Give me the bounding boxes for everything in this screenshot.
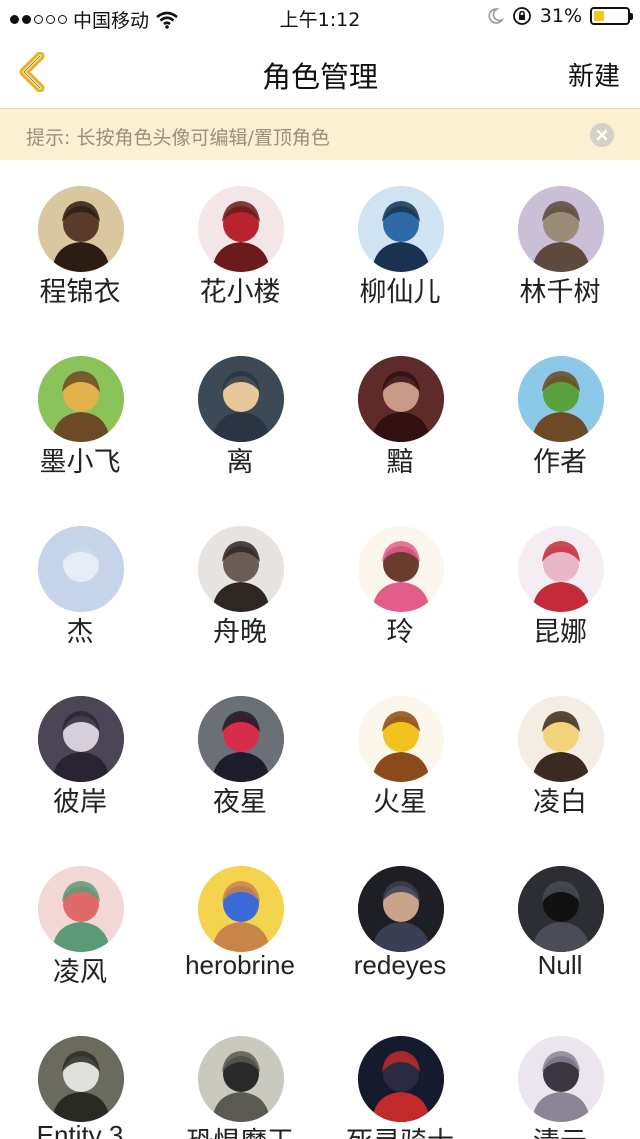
tip-text: 提示: 长按角色头像可编辑/置顶角色 (26, 127, 330, 149)
orientation-lock-icon (512, 7, 531, 25)
navigation-bar: 角色管理 新建 (0, 36, 640, 108)
moon-icon (488, 8, 504, 24)
character-item[interactable]: Entity 3 (0, 1010, 160, 1139)
character-name: Null (537, 950, 583, 980)
character-item[interactable]: 清云 (480, 1010, 640, 1139)
character-name: 离 (226, 447, 254, 478)
character-avatar[interactable] (518, 866, 604, 952)
character-avatar[interactable] (358, 526, 444, 612)
character-name: 花小楼 (199, 277, 281, 308)
character-item[interactable]: 舟晚 (160, 500, 320, 670)
character-name: redeyes (353, 950, 447, 980)
character-avatar[interactable] (38, 526, 124, 612)
character-item[interactable]: 离 (160, 330, 320, 500)
character-name: 凌风 (53, 957, 107, 988)
character-name: 清云 (480, 1120, 640, 1139)
character-avatar[interactable] (518, 186, 604, 272)
close-tip-button[interactable] (590, 123, 614, 147)
character-name: 凌白 (533, 787, 587, 818)
battery-percent: 31% (539, 5, 582, 27)
character-avatar[interactable] (358, 186, 444, 272)
character-avatar[interactable] (198, 866, 284, 952)
character-avatar[interactable] (358, 356, 444, 442)
character-avatar[interactable] (518, 526, 604, 612)
character-item[interactable]: herobrine (160, 840, 320, 1010)
character-item[interactable]: 夜星 (160, 670, 320, 840)
new-button[interactable]: 新建 (568, 56, 620, 93)
character-name: 昆娜 (533, 617, 587, 648)
character-avatar[interactable] (358, 1036, 444, 1122)
character-name: 杰 (66, 617, 94, 648)
character-avatar[interactable] (198, 526, 284, 612)
character-item[interactable]: 墨小飞 (0, 330, 160, 500)
character-name: 彼岸 (53, 787, 107, 818)
character-item[interactable]: 花小楼 (160, 160, 320, 330)
character-name: 柳仙儿 (359, 277, 441, 308)
character-item[interactable]: 死灵骑士 (320, 1010, 480, 1139)
tip-banner: 提示: 长按角色头像可编辑/置顶角色 (0, 108, 640, 160)
status-bar: 中国移动 上午1:12 31% (0, 0, 640, 36)
character-avatar[interactable] (518, 356, 604, 442)
character-name: 林千树 (519, 277, 601, 308)
character-item[interactable]: 杰 (0, 500, 160, 670)
character-avatar[interactable] (518, 1036, 604, 1122)
character-item[interactable]: 程锦衣 (0, 160, 160, 330)
close-icon (596, 129, 608, 141)
character-avatar[interactable] (38, 1036, 124, 1122)
character-item[interactable]: 彼岸 (0, 670, 160, 840)
character-avatar[interactable] (358, 866, 444, 952)
character-item[interactable]: 作者 (480, 330, 640, 500)
character-item[interactable]: 柳仙儿 (320, 160, 480, 330)
character-name: herobrine (185, 950, 295, 980)
character-name: 夜星 (213, 787, 267, 818)
character-name: 黯 (386, 447, 414, 478)
character-item[interactable]: 恐惧魔王 (160, 1010, 320, 1139)
character-avatar[interactable] (38, 696, 124, 782)
character-name: 玲 (386, 617, 414, 648)
status-right: 31% (486, 5, 633, 27)
character-avatar[interactable] (38, 186, 124, 272)
character-item[interactable]: 林千树 (480, 160, 640, 330)
character-avatar[interactable] (38, 866, 124, 952)
battery-level (594, 11, 604, 21)
character-item[interactable]: redeyes (320, 840, 480, 1010)
character-name: 程锦衣 (39, 277, 121, 308)
character-avatar[interactable] (518, 696, 604, 782)
character-item[interactable]: 凌白 (480, 670, 640, 840)
page-title: 角色管理 (261, 60, 378, 94)
character-item[interactable]: 火星 (320, 670, 480, 840)
character-item[interactable]: Null (480, 840, 640, 1010)
character-item[interactable]: 黯 (320, 330, 480, 500)
character-avatar[interactable] (198, 696, 284, 782)
character-avatar[interactable] (198, 1036, 284, 1122)
battery-icon (590, 7, 633, 25)
character-name: Entity 3 (36, 1120, 124, 1139)
character-name: 作者 (533, 447, 587, 478)
character-avatar[interactable] (358, 696, 444, 782)
character-name: 火星 (373, 787, 427, 818)
character-item[interactable]: 凌风 (0, 840, 160, 1010)
character-avatar[interactable] (38, 356, 124, 442)
character-item[interactable]: 玲 (320, 500, 480, 670)
character-item[interactable]: 昆娜 (480, 500, 640, 670)
character-name: 舟晚 (213, 617, 267, 648)
character-avatar[interactable] (198, 186, 284, 272)
character-name: 恐惧魔王 (160, 1120, 320, 1139)
character-name: 死灵骑士 (320, 1120, 480, 1139)
character-name: 墨小飞 (39, 447, 121, 478)
character-avatar[interactable] (198, 356, 284, 442)
